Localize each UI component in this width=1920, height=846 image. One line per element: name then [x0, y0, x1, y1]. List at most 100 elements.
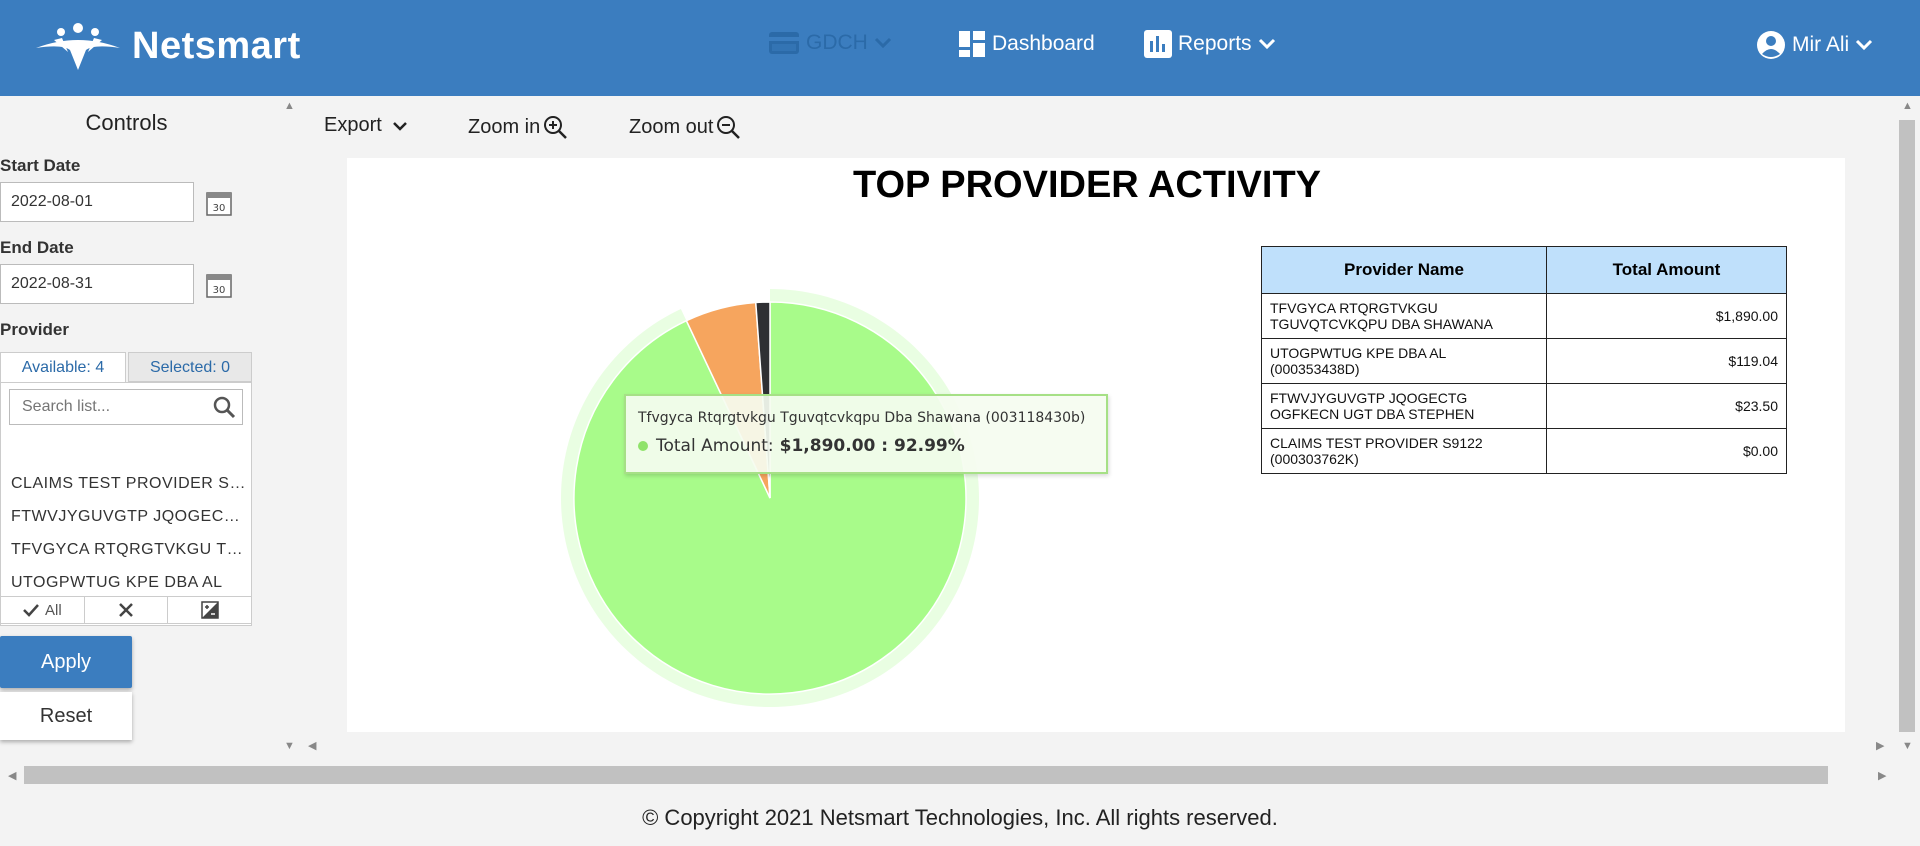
invert-selection-button[interactable]	[168, 597, 251, 623]
clear-selection-button[interactable]	[85, 597, 169, 623]
total-amount-cell: $119.04	[1546, 338, 1787, 384]
end-date-input[interactable]	[0, 264, 194, 304]
zoom-out-button[interactable]: Zoom out	[629, 114, 741, 140]
provider-name-line2: (000303762K)	[1270, 451, 1359, 467]
tab-selected[interactable]: Selected: 0	[128, 352, 252, 382]
provider-name-cell: TFVGYCA RTQRGTVKGU TGUVQTCVKQPU DBA SHAWA…	[1261, 293, 1547, 339]
scroll-left-arrow-icon[interactable]: ◀	[308, 739, 316, 752]
provider-name-cell: CLAIMS TEST PROVIDER S9122 (000303762K)	[1261, 428, 1547, 474]
scroll-down-arrow-icon[interactable]: ▼	[284, 740, 295, 752]
zoom-in-label: Zoom in	[468, 115, 541, 138]
total-amount-cell: $1,890.00	[1546, 293, 1787, 339]
provider-name-cell: UTOGPWTUG KPE DBA AL (000353438D)	[1261, 338, 1547, 384]
zoom-in-icon	[544, 116, 568, 139]
table-row: CLAIMS TEST PROVIDER S9122 (000303762K) $…	[1261, 428, 1787, 474]
dashboard-nav-link[interactable]: Dashboard	[958, 30, 1095, 58]
select-all-label: All	[45, 601, 62, 619]
zoom-in-button[interactable]: Zoom in	[468, 114, 568, 140]
invert-selection-icon	[200, 601, 219, 619]
reports-label: Reports	[1178, 32, 1252, 55]
end-date-label: End Date	[0, 238, 74, 257]
scroll-up-arrow-icon[interactable]: ▲	[1902, 100, 1913, 112]
user-menu[interactable]: Mir Ali	[1756, 30, 1879, 60]
column-header-total-amount: Total Amount	[1546, 246, 1787, 294]
apply-button[interactable]: Apply	[0, 636, 132, 688]
list-item[interactable]: CLAIMS TEST PROVIDER S9122 (000303762K)	[11, 475, 247, 493]
provider-name-line1: TFVGYCA RTQRGTVKGU	[1270, 300, 1438, 316]
calendar-icon[interactable]: 30	[206, 272, 232, 298]
table-row: FTWVJYGUVGTP JQOGECTG OGFKECN UGT DBA STE…	[1261, 383, 1787, 429]
sidebar-scrollbar[interactable]: ▲ ▼	[278, 98, 300, 758]
dashboard-label: Dashboard	[992, 32, 1095, 55]
tooltip-value-row: Total Amount: $1,890.00 : 92.99%	[638, 436, 965, 456]
user-avatar-icon	[1757, 31, 1785, 59]
zoom-out-icon	[717, 116, 741, 139]
tab-available[interactable]: Available: 4	[0, 352, 126, 382]
page-horizontal-scrollbar[interactable]: ◀ ▶	[0, 760, 1920, 790]
checkmark-icon	[23, 604, 39, 617]
provider-table: Provider Name Total Amount TFVGYCA RTQRG…	[1261, 246, 1787, 474]
column-header-provider-name: Provider Name	[1261, 246, 1547, 294]
export-menu[interactable]: Export	[324, 114, 408, 137]
netsmart-logo-icon	[36, 23, 120, 70]
provider-name-line1: CLAIMS TEST PROVIDER S9122	[1270, 435, 1483, 451]
chart-tooltip: Tfvgyca Rtqrgtvkgu Tguvqtcvkqpu Dba Shaw…	[624, 394, 1108, 474]
table-row: UTOGPWTUG KPE DBA AL (000353438D) $119.04	[1261, 338, 1787, 384]
list-item[interactable]: UTOGPWTUG KPE DBA AL	[11, 574, 247, 592]
reset-button[interactable]: Reset	[0, 692, 132, 740]
provider-name-line1: FTWVJYGUVGTP JQOGECTG	[1270, 390, 1468, 406]
close-icon	[119, 603, 133, 617]
scroll-right-arrow-icon[interactable]: ▶	[1878, 769, 1886, 782]
tooltip-series-label: Total Amount:	[656, 436, 774, 456]
list-item[interactable]: TFVGYCA RTQRGTVKGU TGUVQTCVKQPU DBA SHAW…	[11, 541, 247, 559]
start-date-label: Start Date	[0, 156, 81, 175]
scroll-down-arrow-icon[interactable]: ▼	[1902, 740, 1913, 752]
calendar-icon-number: 30	[213, 203, 226, 214]
scroll-right-arrow-icon[interactable]: ▶	[1876, 739, 1884, 752]
vertical-scroll-thumb[interactable]	[1899, 120, 1915, 732]
provider-search-box	[9, 389, 243, 425]
provider-name-line2: (000353438D)	[1270, 361, 1360, 377]
tooltip-provider-name: Tfvgyca Rtqrgtvkgu Tguvqtcvkqpu Dba Shaw…	[638, 410, 1086, 426]
list-action-bar: All	[0, 596, 252, 624]
org-label: GDCH	[806, 31, 868, 54]
total-amount-cell: $23.50	[1546, 383, 1787, 429]
reports-menu[interactable]: Reports	[1144, 30, 1282, 58]
report-horizontal-scrollbar[interactable]: ◀ ▶	[300, 732, 1894, 760]
provider-tabs: Available: 4 Selected: 0	[0, 352, 252, 382]
select-all-button[interactable]: All	[1, 597, 85, 623]
provider-listbox: CLAIMS TEST PROVIDER S9122 (000303762K) …	[0, 382, 252, 626]
org-selector[interactable]: GDCH	[768, 30, 898, 56]
provider-name-line2: OGFKECN UGT DBA STEPHEN	[1270, 406, 1475, 422]
calendar-icon[interactable]: 30	[206, 190, 232, 216]
credit-card-icon	[769, 32, 799, 54]
provider-name-line1: UTOGPWTUG KPE DBA AL	[1270, 345, 1447, 361]
chevron-down-icon	[392, 121, 407, 131]
start-date-input[interactable]	[0, 182, 194, 222]
top-navigation-bar: Netsmart GDCH Dashboard Reports Mir Ali	[0, 0, 1920, 96]
chevron-down-icon	[1856, 39, 1873, 51]
scroll-left-arrow-icon[interactable]: ◀	[8, 769, 16, 782]
dashboard-icon	[959, 31, 985, 57]
scroll-up-arrow-icon[interactable]: ▲	[284, 100, 295, 112]
table-row: TFVGYCA RTQRGTVKGU TGUVQTCVKQPU DBA SHAWA…	[1261, 293, 1787, 339]
netsmart-logo[interactable]: Netsmart	[34, 22, 301, 70]
chevron-down-icon	[1258, 38, 1275, 50]
search-icon[interactable]	[212, 395, 236, 419]
provider-search-input[interactable]	[20, 390, 214, 424]
chevron-down-icon	[874, 37, 891, 49]
horizontal-scroll-thumb[interactable]	[24, 766, 1828, 784]
controls-panel: Controls Start Date 30 End Date 30 Provi…	[0, 96, 275, 760]
tooltip-value: $1,890.00 : 92.99%	[779, 436, 965, 456]
list-item[interactable]: FTWVJYGUVGTP JQOGECTG OGFKECN UGT DBA ST…	[11, 508, 247, 526]
tooltip-series-dot-icon	[638, 441, 648, 451]
provider-name-line2: TGUVQTCVKQPU DBA SHAWANA	[1270, 316, 1493, 332]
zoom-out-label: Zoom out	[629, 115, 714, 138]
table-header-row: Provider Name Total Amount	[1261, 246, 1787, 294]
calendar-icon-number: 30	[213, 285, 226, 296]
total-amount-cell: $0.00	[1546, 428, 1787, 474]
logo-text: Netsmart	[132, 24, 301, 67]
report-canvas: TOP PROVIDER ACTIVITY Tfvgyca Rtqrgtvkgu…	[347, 158, 1845, 738]
page-vertical-scrollbar[interactable]: ▲ ▼	[1894, 96, 1920, 760]
report-viewer: Export Zoom in Zoom out TOP PROVIDER ACT…	[300, 96, 1894, 760]
